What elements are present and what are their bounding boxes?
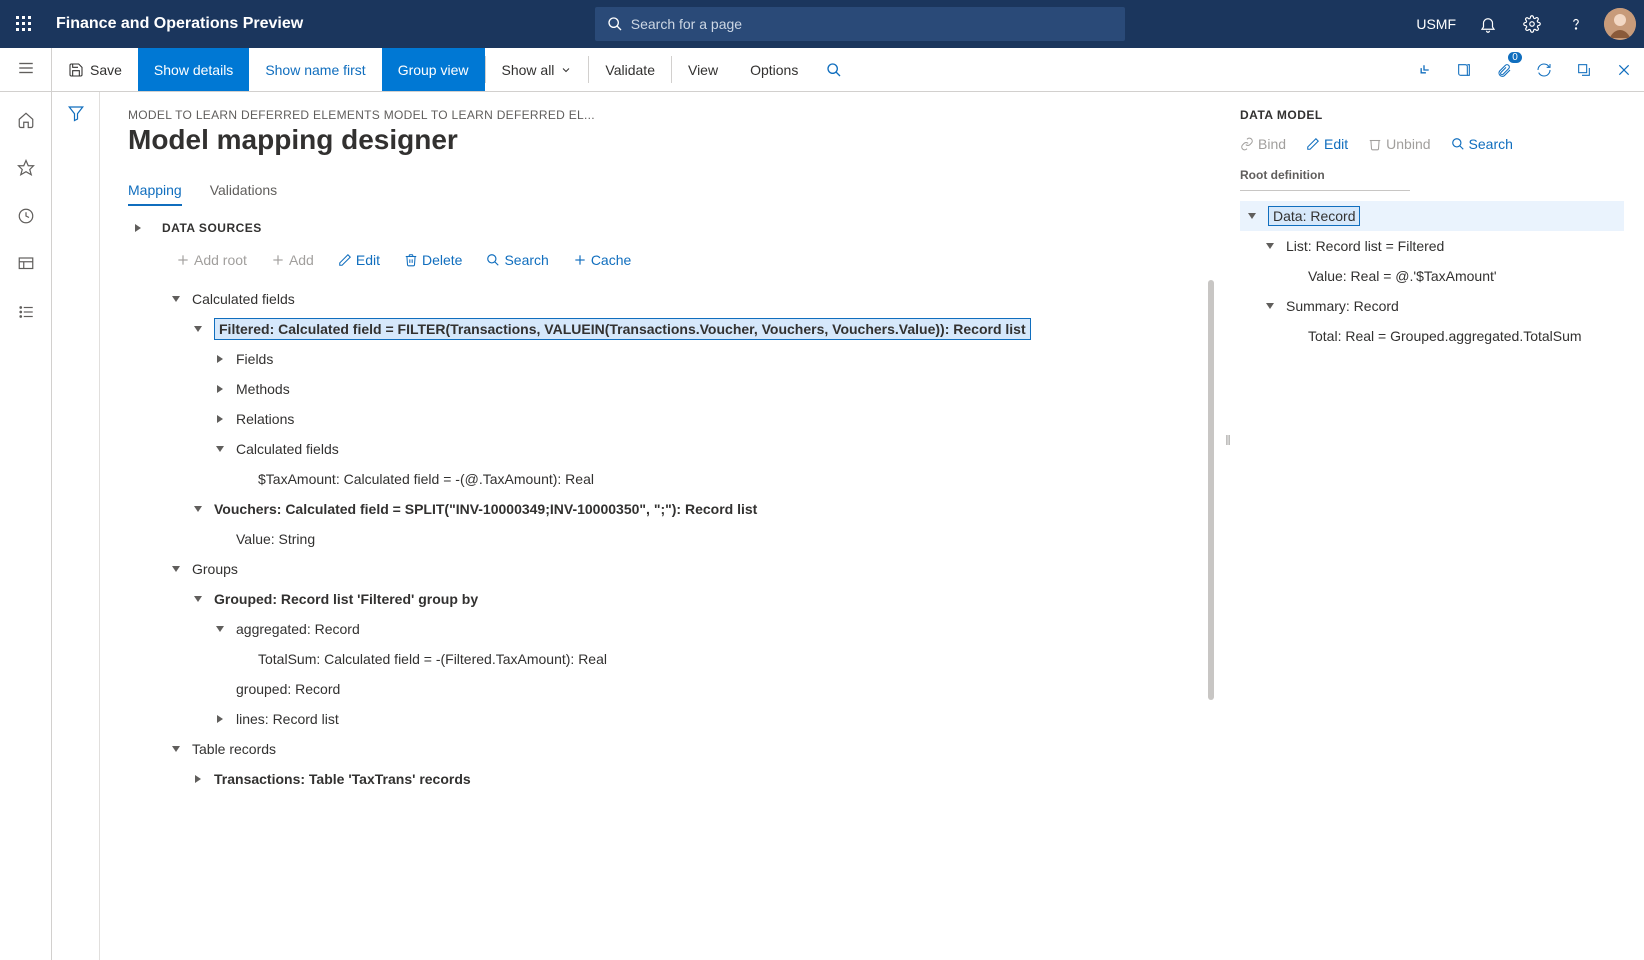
add-root-button[interactable]: Add root xyxy=(176,252,247,268)
bell-icon[interactable] xyxy=(1468,4,1508,44)
edit-button[interactable]: Edit xyxy=(338,252,380,268)
show-all-dropdown[interactable]: Show all xyxy=(486,48,589,91)
tree-node-lines[interactable]: lines: Record list xyxy=(212,704,1192,734)
data-sources-title: DATA SOURCES xyxy=(162,221,262,235)
ds-search-button[interactable]: Search xyxy=(486,252,548,268)
dm-node-total[interactable]: Total: Real = Grouped.aggregated.TotalSu… xyxy=(1284,321,1624,351)
data-model-title: DATA MODEL xyxy=(1240,108,1624,122)
star-icon[interactable] xyxy=(6,148,46,188)
group-view-button[interactable]: Group view xyxy=(382,48,485,91)
tree-node-calc-fields-inner[interactable]: Calculated fields xyxy=(212,434,1192,464)
gear-icon[interactable] xyxy=(1512,4,1552,44)
tree-node-filtered[interactable]: Filtered: Calculated field = FILTER(Tran… xyxy=(190,314,1192,344)
tree-node-methods[interactable]: Methods xyxy=(212,374,1192,404)
dm-node-value[interactable]: Value: Real = @.'$TaxAmount' xyxy=(1284,261,1624,291)
search-placeholder: Search for a page xyxy=(631,16,742,32)
cache-button[interactable]: Cache xyxy=(573,252,631,268)
home-icon[interactable] xyxy=(6,100,46,140)
dm-edit-button[interactable]: Edit xyxy=(1306,136,1348,152)
modules-icon[interactable] xyxy=(6,292,46,332)
avatar[interactable] xyxy=(1604,8,1636,40)
menu-icon[interactable] xyxy=(17,59,35,80)
expand-right-icon[interactable] xyxy=(128,218,148,238)
show-name-first-button[interactable]: Show name first xyxy=(249,48,381,91)
tree-node-aggregated[interactable]: aggregated: Record xyxy=(212,614,1192,644)
tree-node-transactions[interactable]: Transactions: Table 'TaxTrans' records xyxy=(190,764,1192,794)
waffle-icon[interactable] xyxy=(8,8,40,40)
scrollbar[interactable] xyxy=(1208,280,1214,700)
tree-node-totalsum[interactable]: TotalSum: Calculated field = -(Filtered.… xyxy=(234,644,1192,674)
page-title: Model mapping designer xyxy=(128,124,1220,156)
unbind-button[interactable]: Unbind xyxy=(1368,136,1430,152)
breadcrumb: MODEL TO LEARN DEFERRED ELEMENTS MODEL T… xyxy=(128,108,1220,122)
company-label[interactable]: USMF xyxy=(1416,16,1456,32)
search-input[interactable]: Search for a page xyxy=(595,7,1125,41)
root-definition-label: Root definition xyxy=(1240,168,1624,182)
dm-search-button[interactable]: Search xyxy=(1451,136,1513,152)
tree-node-fields[interactable]: Fields xyxy=(212,344,1192,374)
popout-icon[interactable] xyxy=(1564,48,1604,91)
tree-node-grouped[interactable]: Grouped: Record list 'Filtered' group by xyxy=(190,584,1192,614)
view-button[interactable]: View xyxy=(672,48,734,91)
tree-node-tax-amount[interactable]: $TaxAmount: Calculated field = -(@.TaxAm… xyxy=(234,464,1192,494)
tab-mapping[interactable]: Mapping xyxy=(128,176,182,206)
delete-button[interactable]: Delete xyxy=(404,252,462,268)
attach-icon[interactable]: 0 xyxy=(1484,48,1524,91)
tree-node-groups[interactable]: Groups xyxy=(168,554,1192,584)
validate-button[interactable]: Validate xyxy=(589,48,671,91)
save-button[interactable]: Save xyxy=(52,48,138,91)
tree-node-calculated-fields[interactable]: Calculated fields xyxy=(168,284,1192,314)
clock-icon[interactable] xyxy=(6,196,46,236)
show-details-button[interactable]: Show details xyxy=(138,48,249,91)
book-icon[interactable] xyxy=(1444,48,1484,91)
find-icon[interactable] xyxy=(814,48,854,91)
tree-node-table-records[interactable]: Table records xyxy=(168,734,1192,764)
expand-icon[interactable] xyxy=(1404,48,1444,91)
tree-node-relations[interactable]: Relations xyxy=(212,404,1192,434)
close-icon[interactable] xyxy=(1604,48,1644,91)
tree-node-vouchers[interactable]: Vouchers: Calculated field = SPLIT("INV-… xyxy=(190,494,1192,524)
filter-icon[interactable] xyxy=(67,104,85,960)
dm-node-summary[interactable]: Summary: Record xyxy=(1262,291,1624,321)
help-icon[interactable] xyxy=(1556,4,1596,44)
tree-node-value-string[interactable]: Value: String xyxy=(212,524,1192,554)
options-button[interactable]: Options xyxy=(734,48,814,91)
dm-node-list[interactable]: List: Record list = Filtered xyxy=(1262,231,1624,261)
app-title: Finance and Operations Preview xyxy=(56,15,303,33)
refresh-icon[interactable] xyxy=(1524,48,1564,91)
bind-button[interactable]: Bind xyxy=(1240,136,1286,152)
add-button[interactable]: Add xyxy=(271,252,314,268)
workspace-icon[interactable] xyxy=(6,244,46,284)
tree-node-grouped-record[interactable]: grouped: Record xyxy=(212,674,1192,704)
tab-validations[interactable]: Validations xyxy=(210,176,277,206)
dm-node-data[interactable]: Data: Record xyxy=(1240,201,1624,231)
resizer[interactable]: ‖ xyxy=(1220,92,1236,960)
attach-badge: 0 xyxy=(1508,52,1522,63)
